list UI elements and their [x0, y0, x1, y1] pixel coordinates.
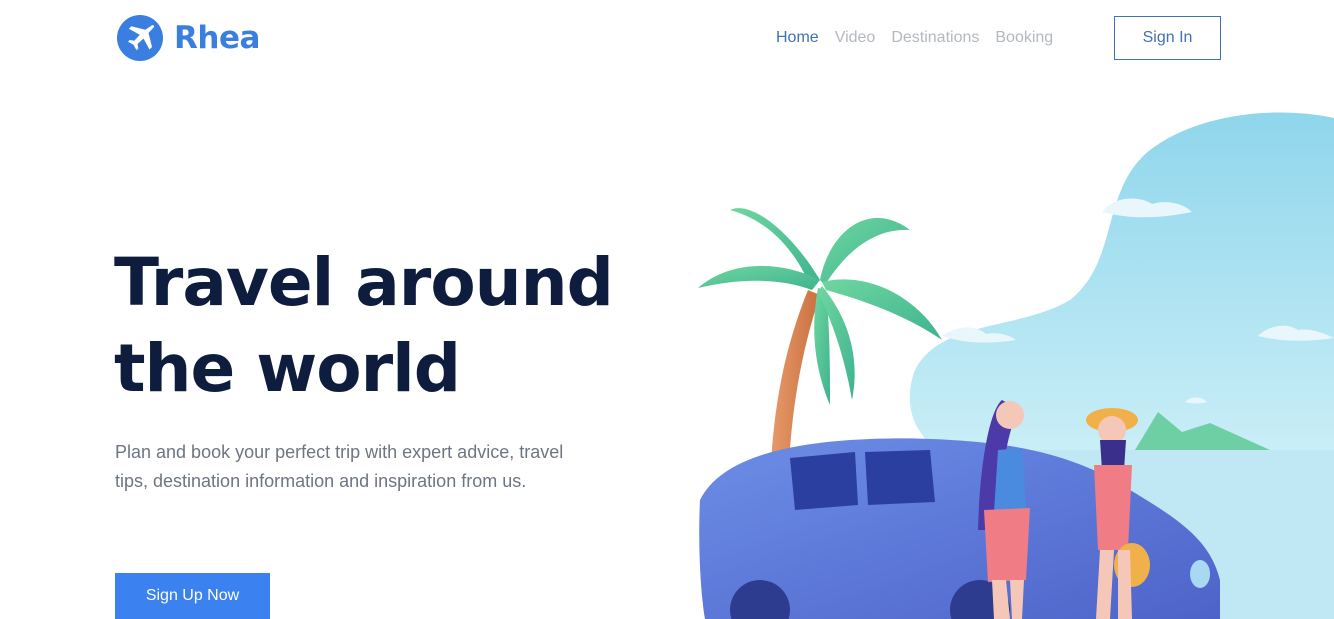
- hero-title-line-1: Travel around: [114, 244, 614, 321]
- brand-logo[interactable]: Rhea: [116, 14, 260, 62]
- nav-home[interactable]: Home: [776, 29, 819, 47]
- nav-video[interactable]: Video: [835, 29, 876, 47]
- sky-shape: [909, 112, 1334, 451]
- nav-destinations[interactable]: Destinations: [891, 29, 979, 47]
- brand-name: Rhea: [174, 20, 260, 56]
- sign-up-now-button[interactable]: Sign Up Now: [115, 573, 270, 619]
- hero-title-line-2: the world: [114, 330, 461, 407]
- hero-title: Travel around the world: [114, 240, 674, 412]
- car-windows: [865, 450, 935, 505]
- hero-description: Plan and book your perfect trip with exp…: [115, 442, 564, 491]
- airplane-icon: [117, 15, 163, 61]
- car-windows: [790, 452, 858, 510]
- landing-page: Rhea Home Video Destinations Booking Sig…: [0, 0, 1334, 619]
- sign-in-button[interactable]: Sign In: [1114, 16, 1221, 60]
- car-headlight: [1190, 560, 1211, 588]
- nav-booking[interactable]: Booking: [995, 29, 1053, 47]
- main-nav: Home Video Destinations Booking: [776, 29, 1053, 47]
- palm-leaves: [698, 208, 942, 405]
- travel-illustration: [698, 112, 1334, 619]
